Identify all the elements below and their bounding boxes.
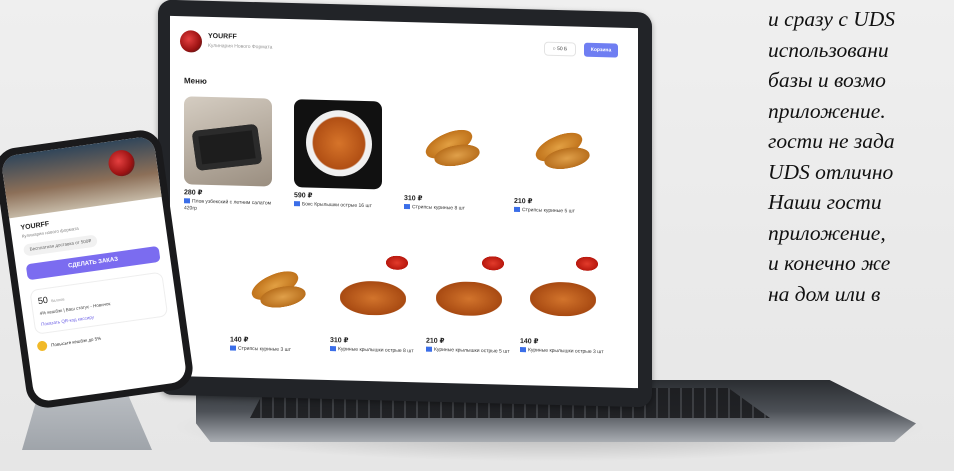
promo-line: гости не зада: [768, 129, 895, 153]
promo-text: и сразу с UDS использовани базы и возмо …: [768, 4, 954, 309]
promo-line: приложение,: [768, 220, 886, 245]
card-price: 210 ₽: [514, 197, 533, 206]
loyalty-panel: 50 баллов 4% кешбэк | Ваш статус - Новичо…: [29, 271, 169, 335]
strips-photo[interactable]: [514, 104, 602, 196]
menu-title: Меню: [184, 76, 207, 86]
brand-subtitle: Кулинария Нового Формата: [208, 42, 273, 51]
uds-icon: [520, 347, 526, 353]
brand-logo-icon[interactable]: [180, 30, 202, 53]
promo-line: Наши гости: [768, 190, 882, 214]
promo-line: UDS отлично: [768, 159, 894, 184]
card-price: 590 ₽: [294, 192, 313, 200]
menu-card[interactable]: 280 ₽ Плов узбекский с летним салатом 42…: [184, 96, 272, 213]
card-name: Куриные крылышки острые 3 шт: [520, 347, 608, 356]
menu-card[interactable]: 210 ₽ Стрипсы куриные 5 шт: [514, 104, 602, 216]
wings-photo[interactable]: [426, 244, 514, 335]
card-name: Стрипсы куриные 5 шт: [514, 207, 602, 216]
card-name: Куриные крылышки острые 5 шт: [426, 346, 514, 356]
uds-icon: [294, 201, 300, 207]
uds-icon: [330, 346, 336, 352]
cart-button[interactable]: Корзина: [584, 42, 618, 58]
pilaf-box-photo[interactable]: [184, 96, 272, 187]
card-name: Куриные крылышки острые 8 шт: [330, 346, 418, 355]
bonus-balance[interactable]: ○ 50 Б: [544, 41, 576, 57]
phone-screen: YOURFF Кулинария нового формата Бесплатн…: [0, 135, 188, 403]
uds-icon: [230, 345, 236, 351]
promo-line: на дом или в: [768, 281, 881, 306]
menu-card[interactable]: 140 ₽ Стрипсы куриные 3 шт: [230, 243, 318, 354]
menu-card[interactable]: 310 ₽ Стрипсы куриные 8 шт: [404, 102, 492, 213]
card-price: 210 ₽: [426, 337, 445, 346]
promo-line: базы и возмо: [768, 68, 886, 92]
card-name: Бокс Крылышки острые 16 шт: [294, 201, 382, 210]
promo-line: и конечно же: [768, 251, 891, 275]
brand-name: YOURFF: [208, 32, 237, 41]
wings-photo[interactable]: [520, 245, 608, 336]
menu-card[interactable]: 140 ₽ Куриные крылышки острые 3 шт: [520, 245, 608, 356]
strips-photo[interactable]: [230, 243, 318, 334]
card-name: Стрипсы куриные 3 шт: [230, 345, 318, 354]
uds-icon: [514, 207, 520, 213]
laptop-screen: YOURFF Кулинария Нового Формата ○ 50 Б К…: [170, 15, 638, 389]
menu-card[interactable]: 590 ₽ Бокс Крылышки острые 16 шт: [294, 99, 382, 210]
site-header: YOURFF Кулинария Нового Формата ○ 50 Б К…: [180, 30, 628, 82]
card-price: 140 ₽: [520, 338, 539, 346]
card-price: 140 ₽: [230, 336, 249, 344]
phone-hero-image: [0, 135, 162, 219]
card-price: 310 ₽: [404, 195, 423, 203]
promo-line: приложение.: [768, 98, 886, 123]
delivery-chip: Бесплатная доставка от 500₽: [22, 234, 98, 257]
uds-icon: [184, 198, 190, 204]
card-name: Стрипсы куриные 8 шт: [404, 204, 492, 213]
promo-line: использовани: [768, 37, 889, 62]
strips-photo[interactable]: [404, 102, 492, 193]
card-price: 310 ₽: [330, 337, 349, 345]
card-name: Плов узбекский с летним салатом 420гр: [184, 198, 272, 212]
wings-bowl-photo[interactable]: [294, 99, 382, 190]
menu-card[interactable]: 310 ₽ Куриные крылышки острые 8 шт: [330, 244, 418, 355]
uds-icon: [404, 204, 410, 210]
card-price: 280 ₽: [184, 189, 203, 197]
menu-card[interactable]: 210 ₽ Куриные крылышки острые 5 шт: [426, 244, 514, 356]
promo-line: и сразу с UDS: [768, 7, 896, 31]
uds-icon: [426, 346, 432, 352]
wings-photo[interactable]: [330, 244, 418, 335]
